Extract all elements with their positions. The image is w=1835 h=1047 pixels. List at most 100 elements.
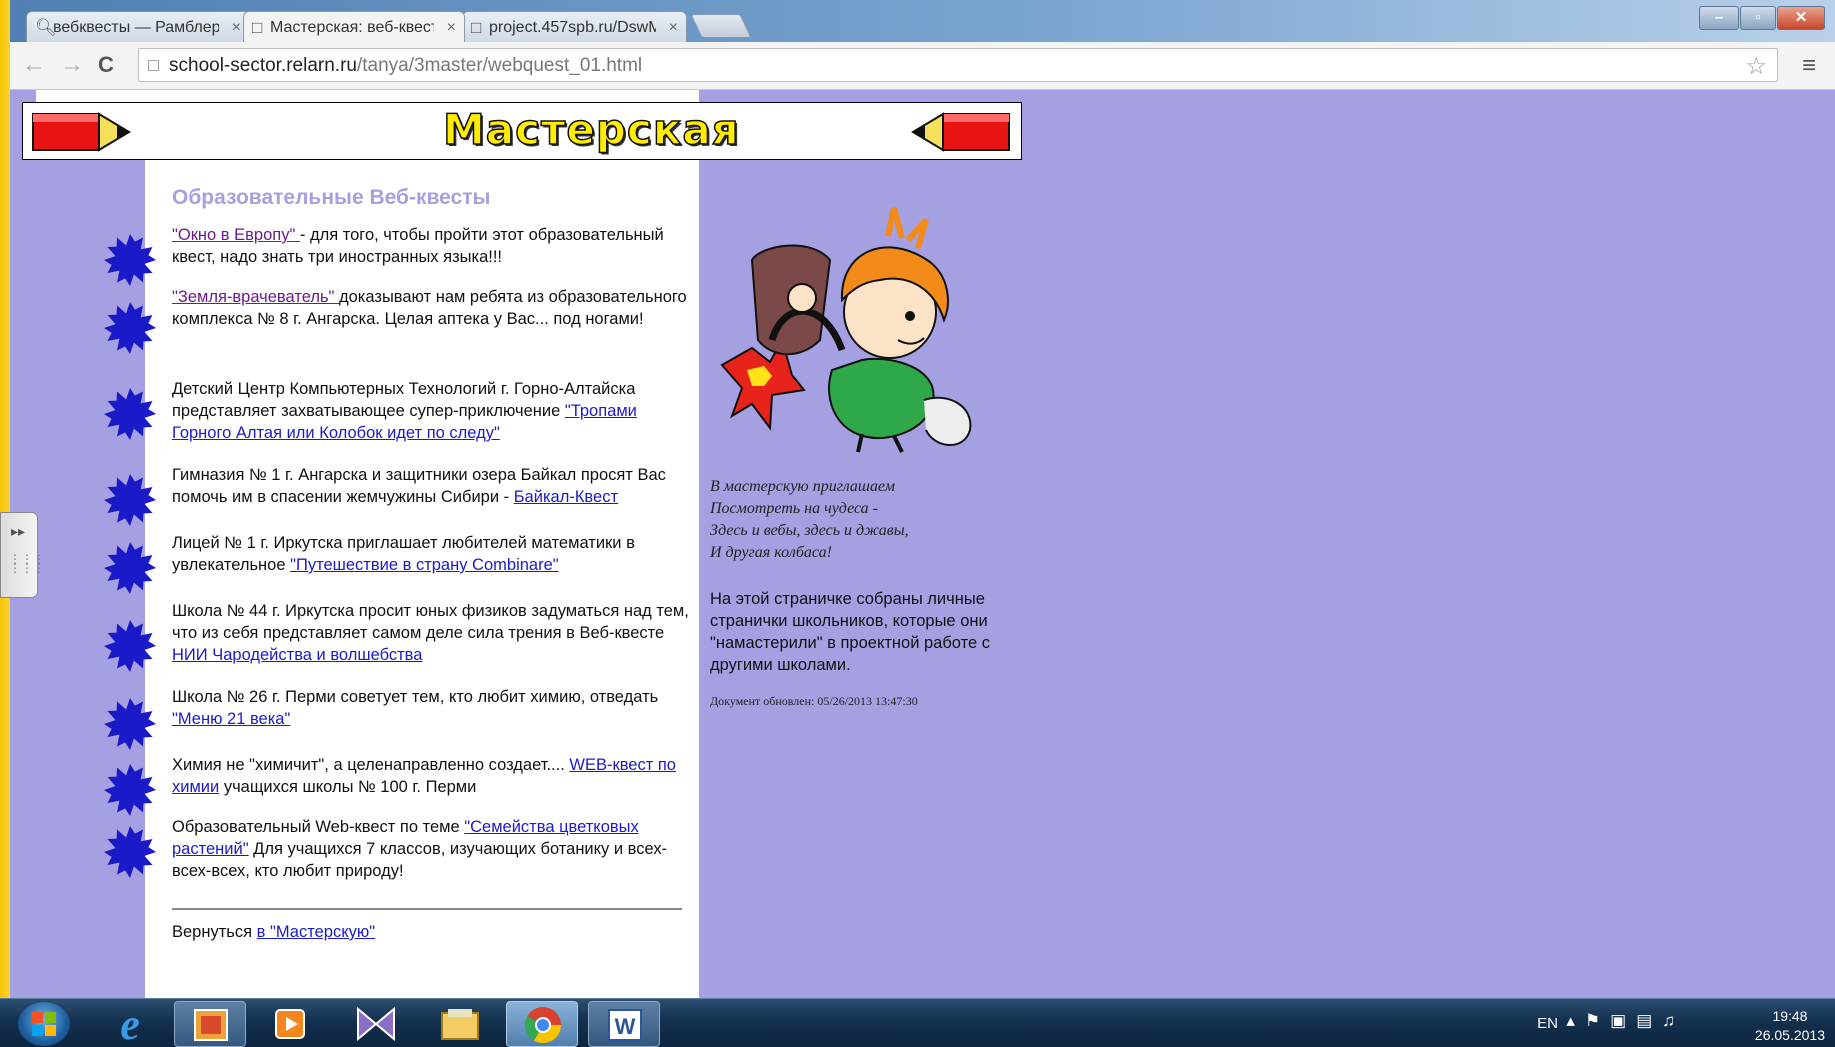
clock[interactable]: 19:48 26.05.2013 [1755,1007,1825,1045]
visual-studio-icon[interactable] [340,1001,412,1047]
url-host: school-sector.relarn.ru [169,55,357,76]
url-path: /tanya/3master/webquest_01.html [356,55,643,76]
close-window-button[interactable]: ✕ [1777,6,1825,30]
poem-line: В мастерскую приглашаем [710,478,895,495]
back-button[interactable]: ← [22,52,46,78]
minimize-button[interactable]: – [1699,6,1739,30]
menu-icon[interactable]: ≡ [1802,52,1816,80]
page-icon: □ [252,18,263,37]
webquest-item: "Окно в Европу" - для того, чтобы пройти… [172,224,694,268]
volume-icon[interactable]: ♫ [1662,1011,1685,1030]
url-text: school-sector.relarn.ru/tanya/3master/we… [169,55,642,77]
ink-blot-icon [104,826,156,878]
webquest-item: Школа № 44 г. Иркутска просит юных физик… [172,600,694,666]
side-panel-handle[interactable]: ▸▸ ⋮⋮⋮ ⋮⋮⋮ [0,512,45,598]
page-heading: Образовательные Веб-квесты [172,186,491,209]
ink-blot-icon [104,698,156,750]
media-player-icon[interactable] [254,1001,326,1047]
bookmark-star-icon[interactable]: ☆ [1745,52,1767,81]
file-explorer-icon[interactable] [424,1001,496,1047]
item-text: Химия не "химичит", а целенаправленно со… [172,756,570,774]
tab-title: Мастерская: веб-квесты [270,19,434,36]
photo-app-icon[interactable] [174,1001,246,1047]
address-bar[interactable]: □ school-sector.relarn.ru/tanya/3master/… [138,48,1778,82]
item-text: учащихся школы № 100 г. Перми [219,778,477,796]
pencil-left-icon [32,112,131,152]
tab-close-icon[interactable]: × [669,12,678,42]
item-text: Образовательный Web-квест по теме [172,818,465,836]
signal-icon[interactable]: ▤ [1636,1011,1662,1030]
webquest-link[interactable]: "Путешествие в страну Combinare" [290,556,559,574]
girl-with-slingshot-illustration [720,207,972,453]
webquest-link[interactable]: "Окно в Европу" [172,226,300,244]
webquest-link[interactable]: НИИ Чародейства и волшебства [172,646,422,664]
tab-close-icon[interactable]: × [447,12,456,42]
tray-icons[interactable]: ▴⚑▣▤♫ [1566,1011,1685,1031]
taskbar: e W EN ▴⚑▣▤♫ 19:48 26.05.2013 [0,998,1835,1047]
search-icon: 🔍︎ [35,18,57,37]
webquest-item: Гимназия № 1 г. Ангарска и защитники озе… [172,464,694,508]
poem-line: Здесь и вебы, здесь и джавы, [710,522,909,539]
internet-explorer-icon[interactable]: e [94,1000,166,1047]
back-to-masterskaya-link[interactable]: в "Мастерскую" [257,923,375,941]
grip-icon: ⋮⋮⋮ ⋮⋮⋮ [9,552,45,575]
show-hidden-icons-icon[interactable]: ▴ [1566,1011,1585,1030]
ink-blot-icon [104,764,156,816]
tab-strip: 🔍︎ вебквесты — Рамблер-П × □ Мастерская:… [10,0,1835,42]
webquest-item: "Земля-врачеватель" доказывают нам ребят… [172,286,694,330]
ink-blot-icon [104,620,156,672]
page-viewport: Мастерская Образовательные Веб-квесты "О… [10,90,1835,998]
back-text: Вернуться [172,923,257,941]
tab-project457[interactable]: □ project.457spb.ru/DswMe × [462,11,687,42]
forward-button[interactable]: → [60,52,84,78]
banner: Мастерская [22,102,1022,160]
webquest-item: Детский Центр Компьютерных Технологий г.… [172,378,694,444]
webquest-item: Химия не "химичит", а целенаправленно со… [172,754,694,798]
new-tab-button[interactable] [690,14,752,38]
reload-button[interactable]: C [98,52,114,78]
webquest-link[interactable]: "Меню 21 века" [172,710,290,728]
ink-blot-icon [104,474,156,526]
ink-blot-icon [104,234,156,286]
page-icon: □ [471,18,482,37]
power-icon[interactable]: ▣ [1610,1011,1636,1030]
poem-line: Посмотреть на чудеса - [710,500,878,517]
item-text: Школа № 44 г. Иркутска просит юных физик… [172,602,689,642]
browser-window: 🔍︎ вебквесты — Рамблер-П × □ Мастерская:… [10,0,1835,998]
start-button[interactable] [18,1002,70,1046]
poem-line: И другая колбаса! [710,544,832,561]
about-text: На этой страничке собраны личные странич… [710,590,991,674]
poem: В мастерскую приглашаем Посмотреть на чу… [710,476,909,564]
webquest-item: Образовательный Web-квест по теме "Семей… [172,816,694,882]
page-icon: □ [148,55,159,75]
tab-title: project.457spb.ru/DswMe [489,19,656,36]
tab-close-icon[interactable]: × [232,12,241,42]
clock-date: 26.05.2013 [1754,1027,1825,1043]
divider [172,908,682,910]
svg-text:W: W [615,1014,636,1039]
word-icon[interactable]: W [588,1001,660,1047]
webquest-item: Лицей № 1 г. Иркутска приглашает любител… [172,532,694,576]
tab-masterskaya[interactable]: □ Мастерская: веб-квесты × [243,11,465,42]
ink-blot-icon [104,542,156,594]
double-chevron-right-icon: ▸▸ [11,523,26,539]
chrome-icon[interactable] [506,1001,578,1047]
ink-blot-icon [104,302,156,354]
webquest-link[interactable]: Байкал-Квест [514,488,618,506]
flag-icon[interactable]: ⚑ [1585,1011,1610,1030]
maximize-button[interactable]: ▫ [1740,6,1776,30]
webquest-link[interactable]: "Земля-врачеватель" [172,288,339,306]
webquest-item: Школа № 26 г. Перми советует тем, кто лю… [172,686,694,730]
ink-blot-icon [104,388,156,440]
tab-title: вебквесты — Рамблер-П [53,19,219,36]
pencil-right-icon [911,112,1010,152]
svg-text:e: e [120,1001,140,1047]
browser-toolbar: ← → C □ school-sector.relarn.ru/tanya/3m… [10,42,1835,90]
clock-time: 19:48 [1772,1008,1808,1024]
banner-title: Мастерская [442,104,740,155]
updated-text: Документ обновлен: 05/26/2013 13:47:30 [710,694,918,708]
language-indicator[interactable]: EN [1537,1015,1558,1032]
windows-logo-icon [32,1012,56,1036]
back-line: Вернуться в "Мастерскую" [172,923,375,942]
tab-rambler[interactable]: 🔍︎ вебквесты — Рамблер-П × [26,11,250,42]
